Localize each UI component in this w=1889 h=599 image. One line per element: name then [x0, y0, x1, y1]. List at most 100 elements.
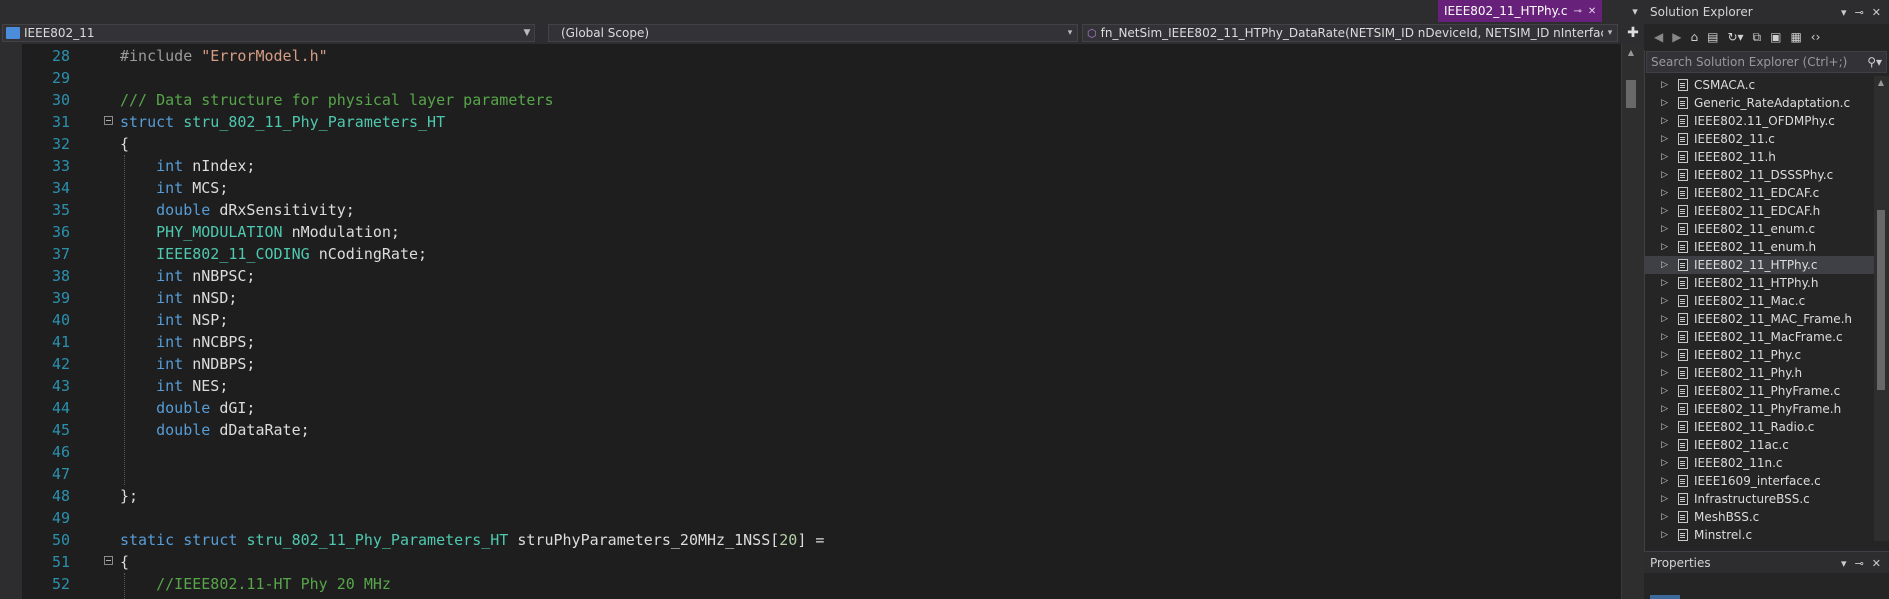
- code-line[interactable]: 35 double dRxSensitivity;: [0, 199, 1621, 221]
- expand-arrow-icon[interactable]: ▷: [1644, 220, 1678, 238]
- code-line[interactable]: 43 int NES;: [0, 375, 1621, 397]
- code-line[interactable]: 29: [0, 67, 1621, 89]
- expand-arrow-icon[interactable]: ▷: [1644, 418, 1678, 436]
- expand-arrow-icon[interactable]: ▷: [1644, 508, 1678, 526]
- code-line[interactable]: 49: [0, 507, 1621, 529]
- code-line[interactable]: 42 int nNDBPS;: [0, 353, 1621, 375]
- expand-arrow-icon[interactable]: ▷: [1644, 490, 1678, 508]
- collapse-all-icon[interactable]: ⧉: [1753, 30, 1762, 45]
- code-line[interactable]: 38 int nNBPSC;: [0, 265, 1621, 287]
- code-line[interactable]: 41 int nNCBPS;: [0, 331, 1621, 353]
- code-line[interactable]: 33 int nIndex;: [0, 155, 1621, 177]
- close-icon[interactable]: ✕: [1872, 6, 1881, 19]
- properties-object-selector[interactable]: [1650, 595, 1680, 599]
- home-icon[interactable]: ⌂: [1690, 30, 1698, 44]
- code-editor[interactable]: 28 #include "ErrorModel.h" 29 30 /// Data st…: [0, 44, 1621, 599]
- show-all-files-icon[interactable]: ▣: [1770, 30, 1781, 44]
- forward-icon[interactable]: ▶: [1672, 30, 1681, 44]
- expand-arrow-icon[interactable]: ▷: [1644, 436, 1678, 454]
- code-line[interactable]: 45 double dDataRate;: [0, 419, 1621, 441]
- expand-arrow-icon[interactable]: ▷: [1644, 94, 1678, 112]
- scope-dropdown[interactable]: (Global Scope) ▾: [548, 24, 1078, 42]
- expand-arrow-icon[interactable]: ▷: [1644, 274, 1678, 292]
- tree-item[interactable]: ▷ IEEE802.11_OFDMPhy.c: [1644, 112, 1874, 130]
- tree-item[interactable]: ▷ InfrastructureBSS.c: [1644, 490, 1874, 508]
- expand-arrow-icon[interactable]: ▷: [1644, 112, 1678, 130]
- collapse-icon[interactable]: [104, 116, 113, 125]
- member-dropdown[interactable]: ⬡ fn_NetSim_IEEE802_11_HTPhy_DataRate(NE…: [1082, 24, 1618, 42]
- properties-icon[interactable]: ▦: [1790, 30, 1801, 44]
- tree-item[interactable]: ▷ IEEE802_11_Mac.c: [1644, 292, 1874, 310]
- expand-arrow-icon[interactable]: ▷: [1644, 166, 1678, 184]
- project-dropdown[interactable]: IEEE802_11 ▼: [2, 24, 535, 42]
- tree-item[interactable]: ▷ IEEE802_11ac.c: [1644, 436, 1874, 454]
- split-editor-icon[interactable]: ✚: [1622, 22, 1644, 44]
- tree-item[interactable]: ▷ Generic_RateAdaptation.c: [1644, 94, 1874, 112]
- tree-item[interactable]: ▷ IEEE802_11_HTPhy.c: [1644, 256, 1874, 274]
- code-line[interactable]: 44 double dGI;: [0, 397, 1621, 419]
- code-line[interactable]: 51 {: [0, 551, 1621, 573]
- search-icon[interactable]: ⚲▾: [1867, 55, 1886, 69]
- tree-item[interactable]: ▷ IEEE802_11_Phy.c: [1644, 346, 1874, 364]
- tree-item[interactable]: ▷ IEEE802_11_enum.h: [1644, 238, 1874, 256]
- tree-item[interactable]: ▷ IEEE1609_interface.c: [1644, 472, 1874, 490]
- expand-arrow-icon[interactable]: ▷: [1644, 400, 1678, 418]
- tree-item[interactable]: ▷ IEEE802_11_EDCAF.h: [1644, 202, 1874, 220]
- tree-item[interactable]: ▷ IEEE802_11_Phy.h: [1644, 364, 1874, 382]
- tree-item[interactable]: ▷ IEEE802_11_DSSSPhy.c: [1644, 166, 1874, 184]
- tab-list-dropdown-icon[interactable]: ▾: [1626, 0, 1644, 22]
- tree-item[interactable]: ▷ IEEE802_11_PhyFrame.h: [1644, 400, 1874, 418]
- scroll-up-icon[interactable]: ▲: [1876, 78, 1886, 87]
- solution-explorer-search-input[interactable]: Search Solution Explorer (Ctrl+;) ⚲▾: [1646, 51, 1887, 73]
- chevron-down-icon[interactable]: ▾: [1841, 6, 1847, 19]
- back-icon[interactable]: ◀: [1654, 30, 1663, 44]
- tree-item[interactable]: ▷ CSMACA.c: [1644, 76, 1874, 94]
- code-line[interactable]: 32 {: [0, 133, 1621, 155]
- code-line[interactable]: 47: [0, 463, 1621, 485]
- expand-arrow-icon[interactable]: ▷: [1644, 76, 1678, 94]
- chevron-down-icon[interactable]: ▾: [1841, 557, 1847, 570]
- code-line[interactable]: 36 PHY_MODULATION nModulation;: [0, 221, 1621, 243]
- expand-arrow-icon[interactable]: ▷: [1644, 256, 1678, 274]
- expand-arrow-icon[interactable]: ▷: [1644, 328, 1678, 346]
- code-line[interactable]: 52 //IEEE802.11-HT Phy 20 MHz: [0, 573, 1621, 595]
- history-icon[interactable]: ↻▾: [1727, 30, 1743, 44]
- expand-arrow-icon[interactable]: ▷: [1644, 346, 1678, 364]
- tree-item[interactable]: ▷ IEEE802_11_MAC_Frame.h: [1644, 310, 1874, 328]
- pin-icon[interactable]: ⊸: [1855, 557, 1864, 570]
- tree-item[interactable]: ▷ IEEE802_11.c: [1644, 130, 1874, 148]
- tree-item[interactable]: ▷ IEEE802_11_HTPhy.h: [1644, 274, 1874, 292]
- code-line[interactable]: 30 /// Data structure for physical layer …: [0, 89, 1621, 111]
- scroll-up-icon[interactable]: ▲: [1626, 48, 1636, 60]
- code-line[interactable]: 37 IEEE802_11_CODING nCodingRate;: [0, 243, 1621, 265]
- code-line[interactable]: 34 int MCS;: [0, 177, 1621, 199]
- pin-icon[interactable]: ⊸: [1855, 6, 1864, 19]
- tree-item[interactable]: ▷ IEEE802_11_Radio.c: [1644, 418, 1874, 436]
- expand-arrow-icon[interactable]: ▷: [1644, 130, 1678, 148]
- expand-arrow-icon[interactable]: ▷: [1644, 472, 1678, 490]
- close-icon[interactable]: ✕: [1588, 6, 1596, 17]
- code-line[interactable]: 28 #include "ErrorModel.h": [0, 45, 1621, 67]
- tree-item[interactable]: ▷ IEEE802_11_MacFrame.c: [1644, 328, 1874, 346]
- tree-item[interactable]: ▷ Minstrel.c: [1644, 526, 1874, 541]
- expand-arrow-icon[interactable]: ▷: [1644, 526, 1678, 541]
- code-line[interactable]: 39 int nNSD;: [0, 287, 1621, 309]
- expand-arrow-icon[interactable]: ▷: [1644, 364, 1678, 382]
- expand-arrow-icon[interactable]: ▷: [1644, 382, 1678, 400]
- expand-arrow-icon[interactable]: ▷: [1644, 292, 1678, 310]
- expand-arrow-icon[interactable]: ▷: [1644, 238, 1678, 256]
- expand-arrow-icon[interactable]: ▷: [1644, 148, 1678, 166]
- code-line[interactable]: 31 struct stru_802_11_Phy_Parameters_HT: [0, 111, 1621, 133]
- code-line[interactable]: 50 static struct stru_802_11_Phy_Paramete…: [0, 529, 1621, 551]
- expand-arrow-icon[interactable]: ▷: [1644, 310, 1678, 328]
- expand-arrow-icon[interactable]: ▷: [1644, 454, 1678, 472]
- tree-item[interactable]: ▷ IEEE802_11_PhyFrame.c: [1644, 382, 1874, 400]
- code-line[interactable]: 40 int NSP;: [0, 309, 1621, 331]
- editor-scrollbar-thumb[interactable]: [1626, 80, 1636, 108]
- code-view-icon[interactable]: ‹›: [1811, 30, 1821, 44]
- tree-item[interactable]: ▷ IEEE802_11_enum.c: [1644, 220, 1874, 238]
- code-line[interactable]: 46: [0, 441, 1621, 463]
- tree-item[interactable]: ▷ MeshBSS.c: [1644, 508, 1874, 526]
- collapse-icon[interactable]: [104, 556, 113, 565]
- expand-arrow-icon[interactable]: ▷: [1644, 202, 1678, 220]
